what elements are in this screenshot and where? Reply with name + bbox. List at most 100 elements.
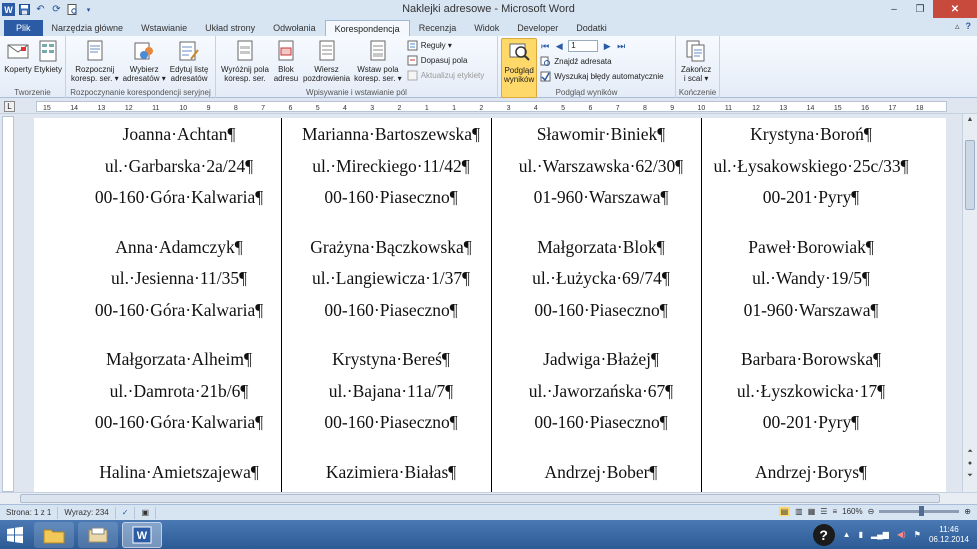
print-layout-view-icon[interactable]: ▤ [778,507,791,516]
browse-object-icon[interactable]: ● [965,460,975,470]
web-layout-view-icon[interactable]: ▦ [808,507,816,516]
windows-logo-icon [7,526,23,543]
outline-view-icon[interactable]: ☰ [820,507,827,516]
address-label[interactable]: Anna·Adamczyk¶ ul.·Jesienna·11/35¶ 00-160·… [74,232,284,327]
auto-check-errors-button[interactable]: Wyszukaj błędy automatycznie [540,70,664,83]
vertical-scrollbar[interactable]: ▲ ⏶ ● ⏷ [962,114,977,492]
ruler-tick-label: 13 [779,105,788,112]
ruler-tick-label: 5 [561,105,566,112]
tab-developer[interactable]: Developer [508,20,567,36]
address-label[interactable]: Krystyna·Bereś¶ ul.·Bajana·11a/7¶ 00-160·P… [286,344,496,439]
word-taskbar-button[interactable]: W [122,521,162,548]
zoom-in-icon[interactable]: ⊕ [964,507,971,516]
tab-korespondencja[interactable]: Korespondencja [324,20,410,36]
minimize-button[interactable]: – [881,0,907,18]
ruler-tick-label: 7 [615,105,620,112]
last-record-icon[interactable]: ⏭ [616,41,626,52]
ruler-tick-label: 12 [752,105,760,112]
scroll-up-icon[interactable]: ▲ [965,116,975,126]
match-fields-button[interactable]: Dopasuj pola [407,54,485,67]
postal-city: 00-201·Pyry¶ [762,187,860,207]
address-label[interactable]: Krystyna·Boroń¶ ul.·Łysakowskiego·25c/33¶… [706,119,916,214]
group-podglad: Podgląd wyników ⏮ ◀ 1 ▶ ⏭ Znajdź adresat… [498,36,676,98]
address-label[interactable]: Joanna·Achtan¶ ul.·Garbarska·2a/24¶ 00-160… [74,119,284,214]
address-label[interactable]: Sławomir·Biniek¶ ul.·Warszawska·62/30¶ 01-… [496,119,706,214]
close-button[interactable]: ✕ [933,0,977,18]
folder-icon [43,529,65,543]
tab-plik[interactable]: Plik [4,20,43,36]
network-icon[interactable]: ▂▄▆ [871,530,889,539]
address-label[interactable]: Halina·Amietszajewa¶ [74,457,284,489]
help-icon[interactable]: ? [966,21,972,32]
volume-icon[interactable]: ◀) [897,530,906,539]
previous-page-icon[interactable]: ⏶ [965,448,975,458]
proofing-icon[interactable]: ✓ [116,506,136,519]
horizontal-ruler[interactable]: L 15 14 13 12 11 10 9 8 7 6 5 4 3 2 1 1 2 3 4 5 6 7 8 9 10 11 12 13… [0,99,977,114]
zoom-out-icon[interactable]: ⊖ [868,507,875,516]
draft-view-icon[interactable]: ≡ [832,507,837,516]
address-label[interactable]: Barbara·Borowska¶ ul.·Łyszkowicka·17¶ 00-2… [706,344,916,439]
restore-button[interactable]: ❐ [907,0,933,18]
help-tray-icon[interactable]: ? [812,523,835,546]
address-label[interactable]: Małgorzata·Blok¶ ul.·Łużycka·69/74¶ 00-160… [496,232,706,327]
tab-dodatki[interactable]: Dodatki [567,20,616,36]
address-label[interactable]: Marianna·Bartoszewska¶ ul.·Mireckiego·11/… [286,119,496,214]
tab-odwolania[interactable]: Odwołania [264,20,325,36]
group-label: Tworzenie [14,88,51,97]
tab-wstawianie[interactable]: Wstawianie [132,20,196,36]
ruler-tick-label: 9 [670,105,675,112]
horizontal-scrollbar[interactable] [0,492,977,504]
ruler-bar[interactable]: 15 14 13 12 11 10 9 8 7 6 5 4 3 2 1 1 2 3 4 5 6 7 8 9 10 11 12 13 14… [36,101,947,112]
address-label[interactable]: Grażyna·Bączkowska¶ ul.·Langiewicza·1/37¶… [286,232,496,327]
start-button[interactable] [0,521,30,549]
horizontal-scroll-thumb[interactable] [20,494,940,503]
previous-record-icon[interactable]: ◀ [554,41,564,52]
clock[interactable]: 11:46 06.12.2014 [929,525,969,545]
tab-widok[interactable]: Widok [465,20,508,36]
files-taskbar-button[interactable] [78,521,118,548]
ruler-tick-label: 17 [888,105,897,112]
record-number-input[interactable]: 1 [568,40,599,52]
zoom-level[interactable]: 160% [842,507,862,516]
rules-button[interactable]: Reguły ▾ [407,39,485,52]
street-address: ul.·Langiewicza·1/37¶ [311,268,471,288]
find-recipient-button[interactable]: Znajdź adresata [540,55,663,68]
address-label[interactable]: Paweł·Borowiak¶ ul.·Wandy·19/5¶ 01-960·War… [706,232,916,327]
action-center-icon[interactable]: ⚑ [914,530,921,539]
zoom-slider-knob[interactable] [919,506,925,516]
address-label[interactable]: Andrzej·Bober¶ [496,457,706,489]
vertical-ruler[interactable] [2,116,14,492]
recipients-icon [134,42,154,60]
tab-narzedzia-glowne[interactable]: Narzędzia główne [43,20,133,36]
label-spacer [74,439,284,457]
battery-icon[interactable]: ▮ [859,530,863,539]
next-record-icon[interactable]: ▶ [602,41,612,52]
document-area[interactable]: Joanna·Achtan¶ ul.·Garbarska·2a/24¶ 00-160… [16,114,962,492]
address-label[interactable]: Andrzej·Borys¶ [706,457,916,489]
show-hidden-icons-icon[interactable]: ▲ [843,530,851,539]
street-address: ul.·Jesienna·11/35¶ [110,268,248,288]
address-label[interactable]: Kazimiera·Białas¶ [286,457,496,489]
tab-recenzja[interactable]: Recenzja [410,20,466,36]
street-address: ul.·Łyszkowicka·17¶ [736,380,886,401]
minimize-ribbon-icon[interactable]: ▵ [955,21,960,32]
label-spacer [496,214,706,232]
address-label[interactable]: Małgorzata·Alheim¶ ul.·Damrota·21b/6¶ 00-1… [74,344,284,439]
tab-uklad-strony[interactable]: Układ strony [196,20,264,36]
label-page[interactable]: Joanna·Achtan¶ ul.·Garbarska·2a/24¶ 00-160… [34,118,946,492]
tab-selector-icon[interactable]: L [4,101,15,112]
first-record-icon[interactable]: ⏮ [540,41,550,52]
page-count[interactable]: Strona: 1 z 1 [0,506,59,519]
postal-city: 00-160·Góra·Kalwaria¶ [94,187,264,207]
explorer-taskbar-button[interactable] [34,521,74,548]
ruler-tick-label: 5 [315,105,320,112]
update-labels-button[interactable]: Aktualizuj etykiety [407,69,484,82]
macro-record-icon[interactable]: ▣ [135,506,157,519]
next-page-icon[interactable]: ⏷ [965,472,975,482]
zoom-slider[interactable] [879,506,960,516]
ruler-tick-label: 3 [506,105,511,112]
word-count[interactable]: Wyrazy: 234 [58,506,116,519]
scroll-thumb[interactable] [965,140,975,210]
address-label[interactable]: Jadwiga·Błażej¶ ul.·Jaworzańska·67¶ 00-160… [496,344,706,439]
full-screen-view-icon[interactable]: ▥ [795,507,803,516]
